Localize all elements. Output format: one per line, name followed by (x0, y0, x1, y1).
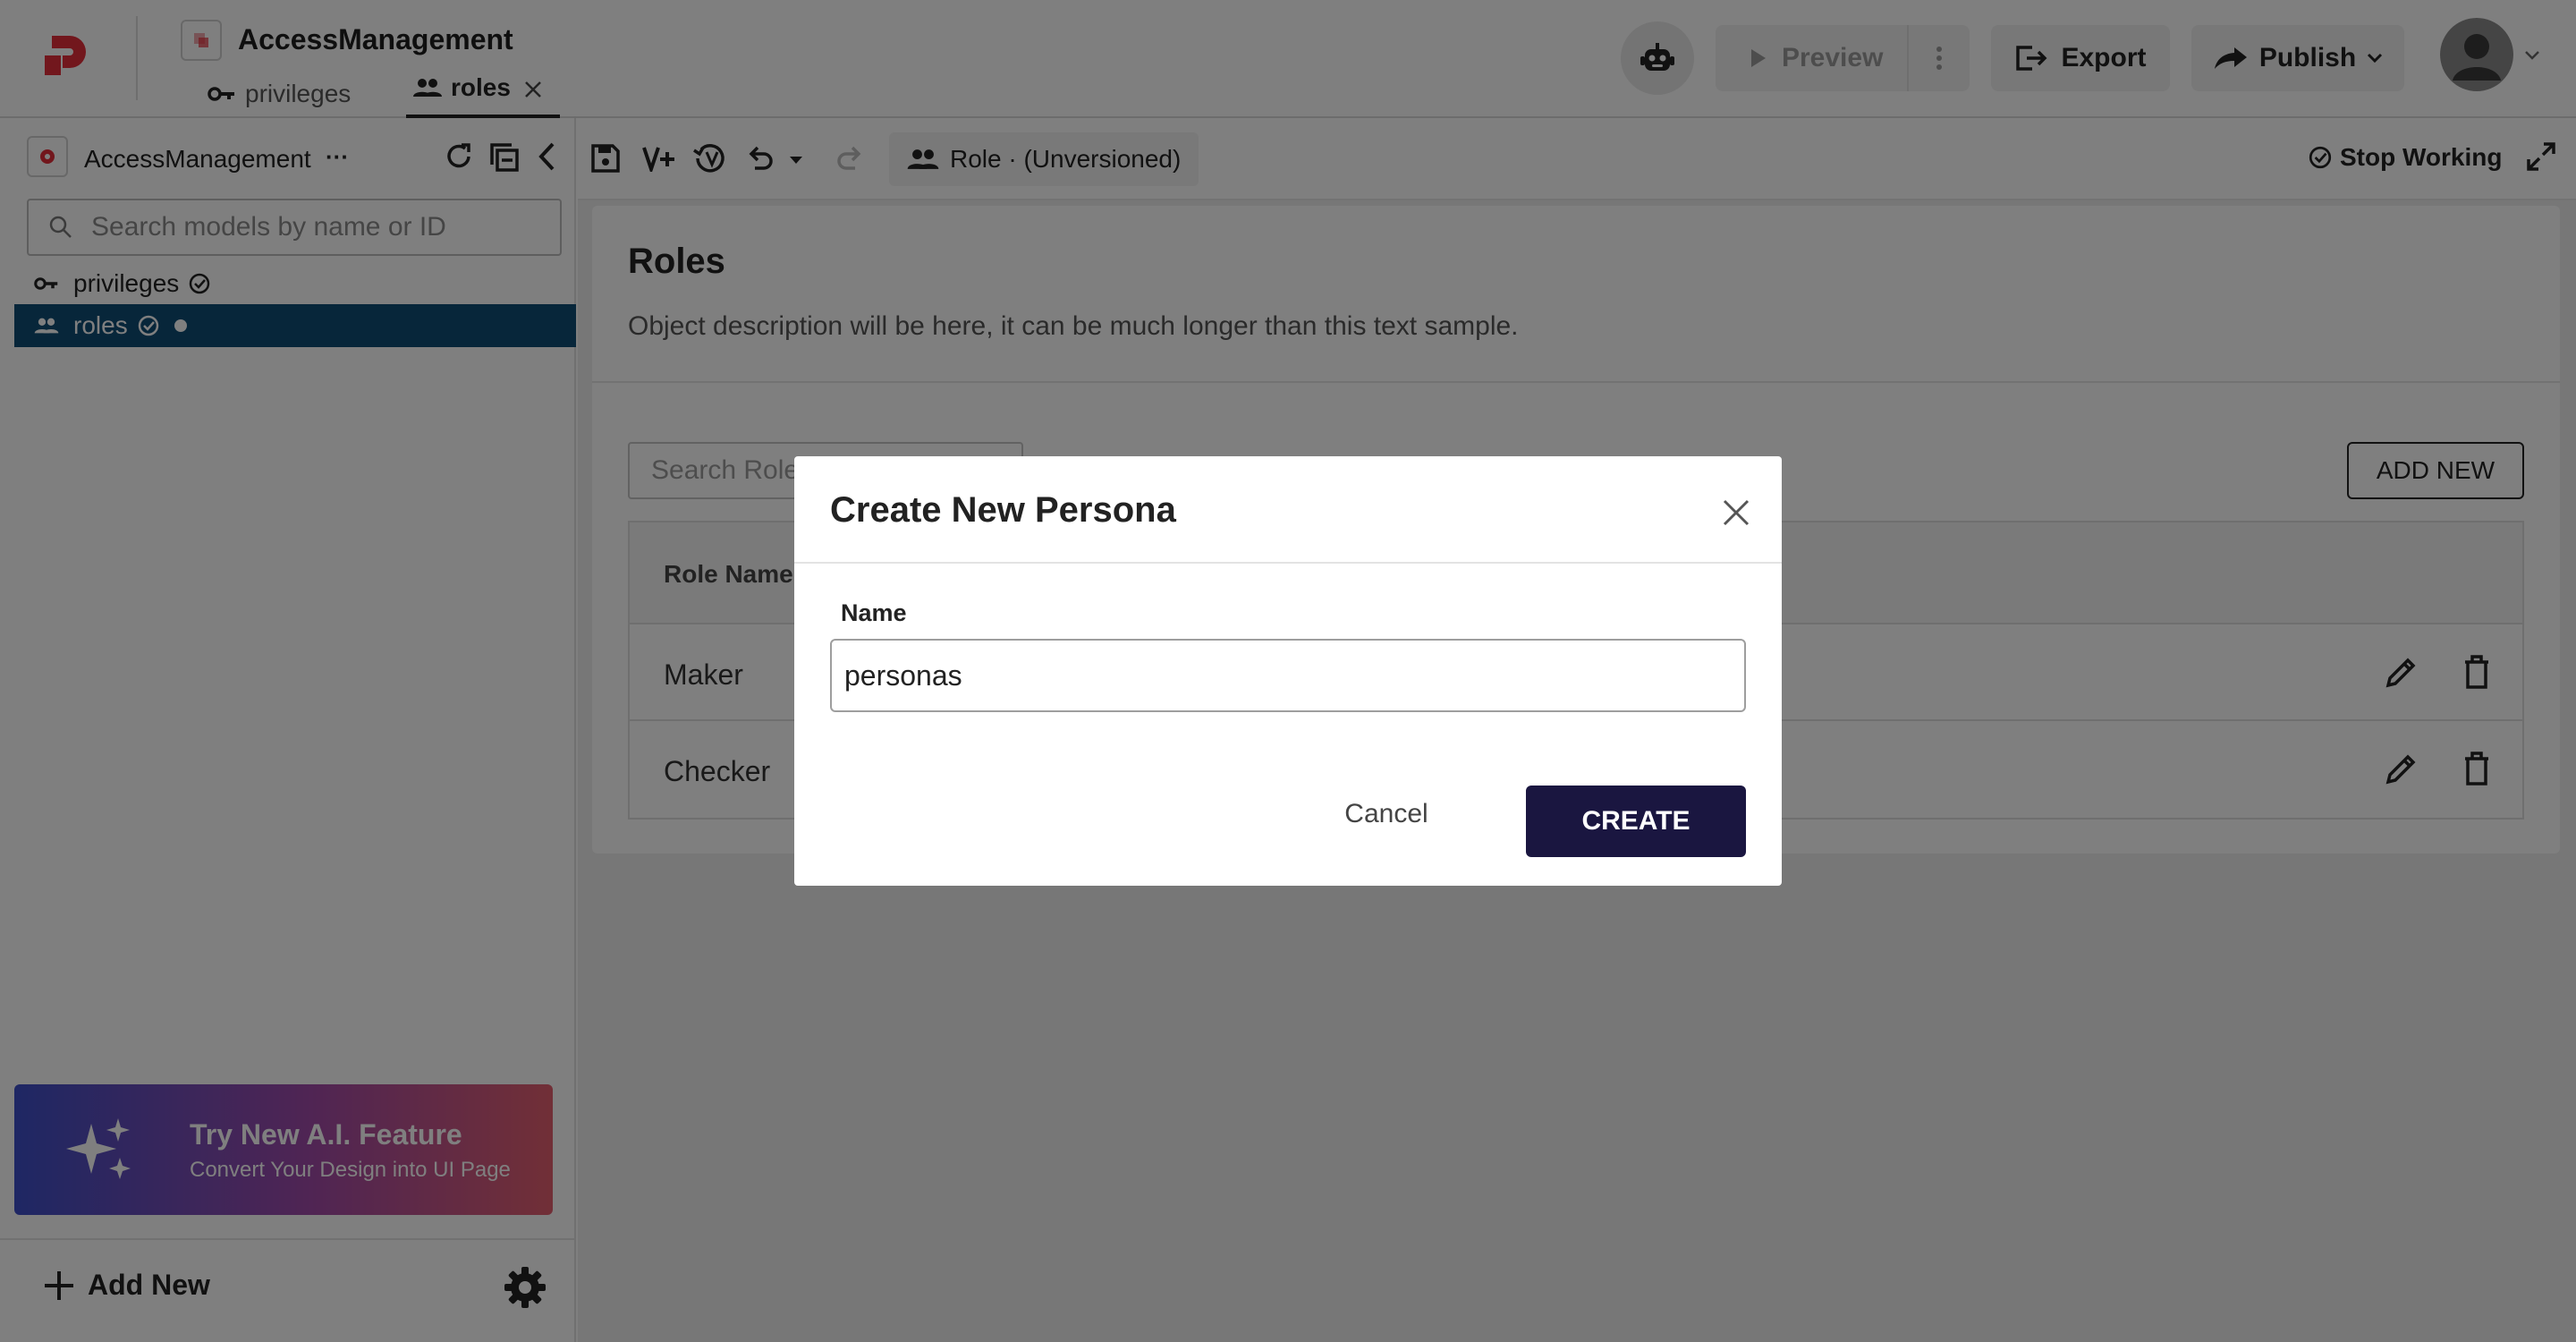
dialog-divider (794, 562, 1782, 564)
create-persona-dialog: Create New Persona Name personas Cancel … (794, 456, 1782, 886)
name-field-label: Name (841, 599, 907, 626)
dialog-title: Create New Persona (830, 490, 1176, 530)
create-button[interactable]: CREATE (1526, 786, 1746, 857)
persona-name-value: personas (844, 658, 962, 692)
cancel-button[interactable]: Cancel (1297, 778, 1476, 850)
close-icon[interactable] (1721, 497, 1751, 528)
cancel-label: Cancel (1344, 799, 1428, 828)
create-label: CREATE (1581, 806, 1690, 836)
persona-name-input[interactable]: personas (830, 639, 1746, 712)
